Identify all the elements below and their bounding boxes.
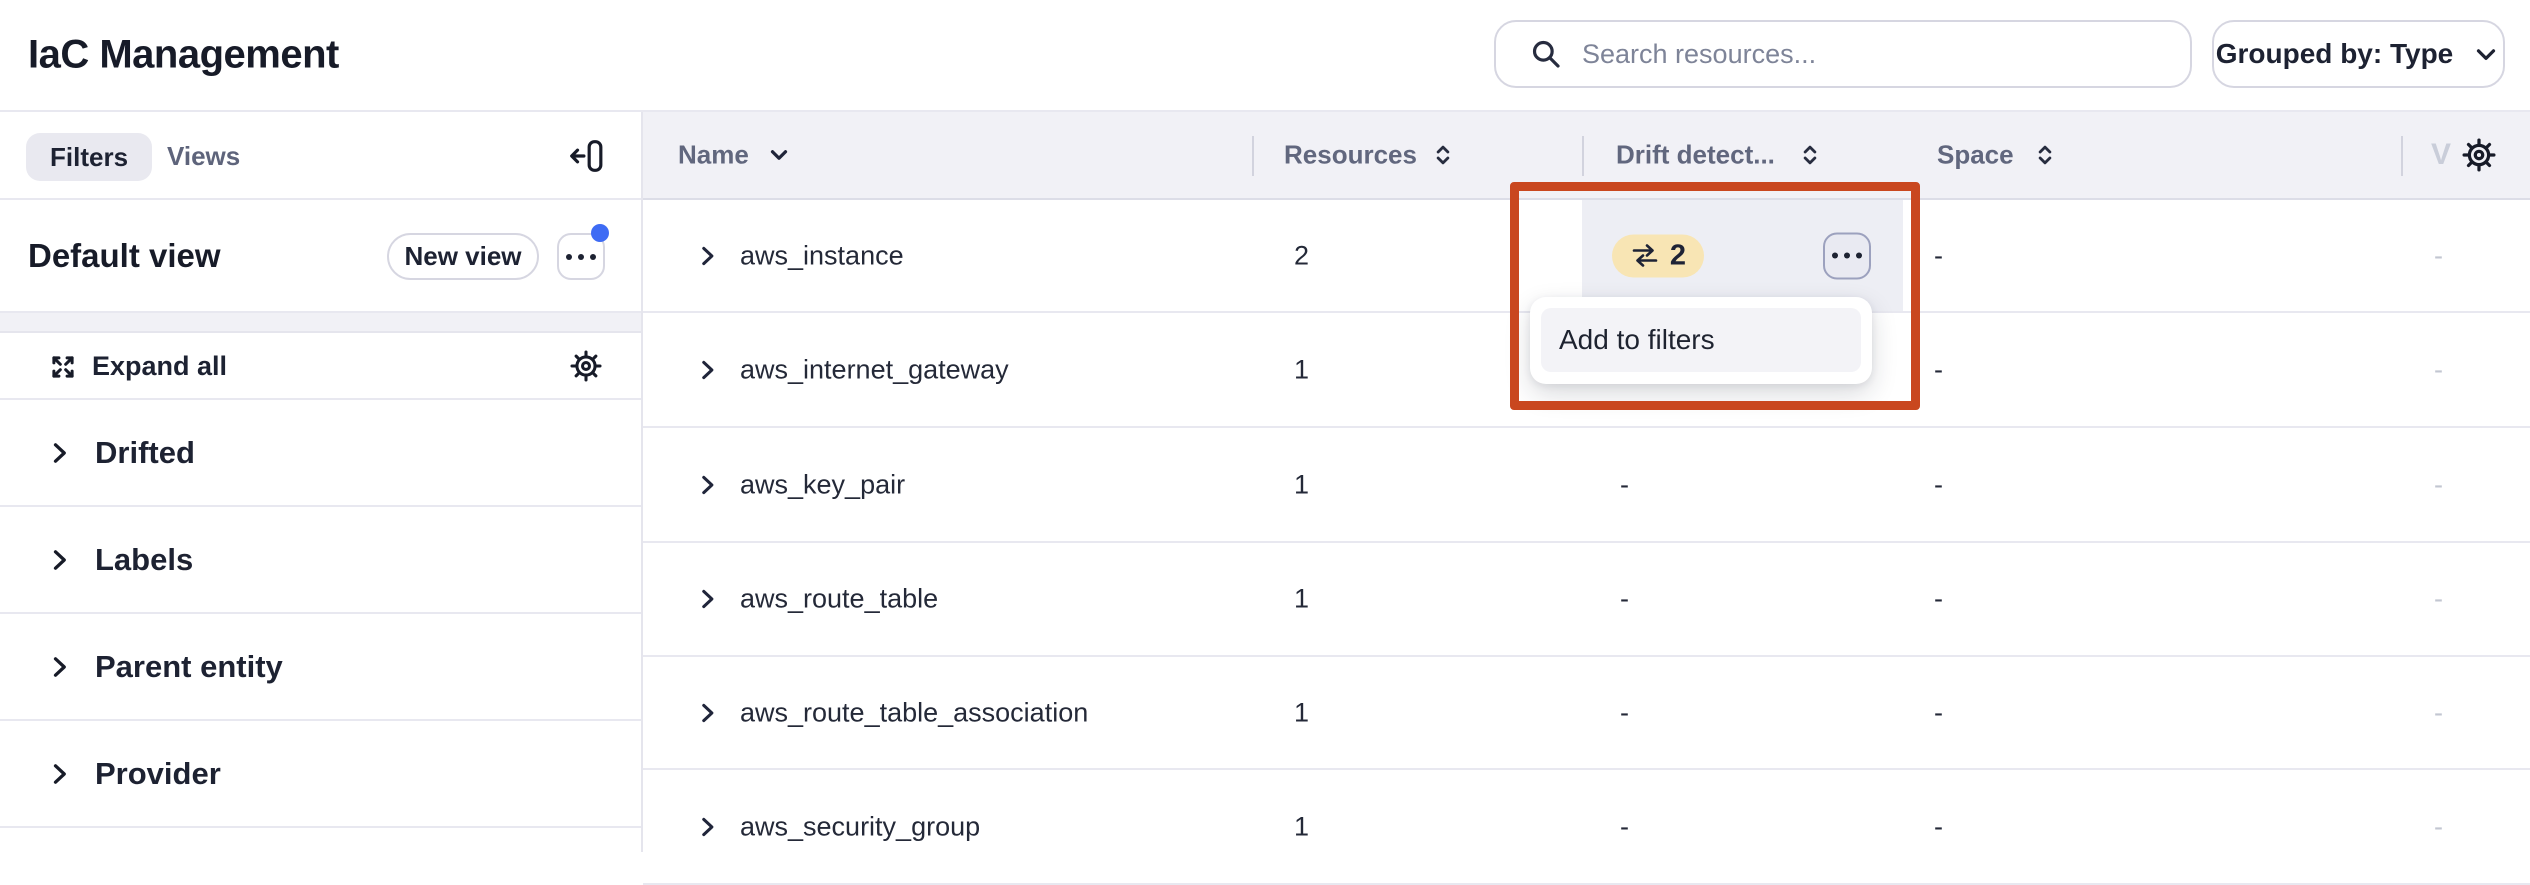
- row-expand-chevron-icon[interactable]: [694, 357, 720, 383]
- resources-table: Name Resources Drift detect... Space V: [643, 112, 2530, 852]
- extra-column-value: -: [2434, 240, 2443, 271]
- space-value: -: [1934, 354, 1943, 385]
- sidebar-sections: Drifted Labels Parent entity Provider: [0, 400, 641, 828]
- menu-item-add-to-filters[interactable]: Add to filters: [1541, 308, 1861, 372]
- chevron-down-icon[interactable]: [766, 142, 792, 168]
- table-row[interactable]: aws_route_table_association 1 - - -: [643, 657, 2530, 770]
- extra-column-value: -: [2434, 697, 2443, 728]
- extra-column-value: -: [2434, 584, 2443, 615]
- search-input[interactable]: [1580, 38, 2144, 71]
- sidebar-view-row: Default view New view: [0, 200, 641, 313]
- space-value: -: [1934, 811, 1943, 842]
- resource-type-name: aws_internet_gateway: [740, 354, 1009, 385]
- column-header-drift[interactable]: Drift detect...: [1616, 140, 1775, 171]
- space-value: -: [1934, 240, 1943, 271]
- drift-count: 2: [1670, 239, 1686, 272]
- expand-all-icon: [48, 352, 78, 382]
- table-row[interactable]: aws_route_table 1 - - -: [643, 543, 2530, 657]
- resource-type-name: aws_instance: [740, 240, 904, 271]
- drift-arrows-icon: [1630, 243, 1660, 269]
- extra-column-value: -: [2434, 469, 2443, 500]
- notification-dot: [591, 224, 609, 242]
- space-value: -: [1934, 697, 1943, 728]
- resources-count: 1: [1294, 811, 1309, 842]
- column-divider: [2401, 136, 2403, 176]
- sort-icon[interactable]: [1797, 142, 1823, 168]
- extra-column-value: -: [2434, 354, 2443, 385]
- drift-value: -: [1620, 584, 1629, 615]
- section-label: Labels: [95, 542, 193, 578]
- table-row[interactable]: aws_key_pair 1 - - -: [643, 428, 2530, 543]
- resource-type-name: aws_key_pair: [740, 469, 905, 500]
- search-icon: [1530, 38, 1562, 70]
- row-expand-chevron-icon[interactable]: [694, 243, 720, 269]
- chevron-right-icon: [45, 546, 73, 574]
- sort-icon[interactable]: [1430, 142, 1456, 168]
- resources-count: 1: [1294, 584, 1309, 615]
- drift-badge[interactable]: 2: [1612, 234, 1704, 277]
- resources-count: 1: [1294, 469, 1309, 500]
- sidebar: Filters Views Default view New view: [0, 112, 643, 852]
- space-value: -: [1934, 469, 1943, 500]
- section-label: Parent entity: [95, 649, 283, 685]
- chevron-right-icon: [45, 653, 73, 681]
- chevron-down-icon: [2471, 39, 2501, 69]
- grouped-by-label: Grouped by: Type: [2216, 38, 2454, 70]
- sidebar-section-parent-entity[interactable]: Parent entity: [0, 614, 641, 721]
- column-header-space[interactable]: Space: [1937, 140, 2014, 171]
- search-box[interactable]: [1494, 20, 2192, 88]
- table-header: Name Resources Drift detect... Space V: [643, 112, 2530, 200]
- sidebar-tabs: Filters Views: [0, 112, 641, 200]
- more-horizontal-icon: [566, 254, 572, 260]
- resources-count: 2: [1294, 240, 1309, 271]
- drift-value: -: [1620, 469, 1629, 500]
- context-menu: Add to filters: [1530, 297, 1872, 384]
- grouped-by-dropdown[interactable]: Grouped by: Type: [2212, 20, 2505, 88]
- resource-type-name: aws_route_table: [740, 584, 938, 615]
- tab-views[interactable]: Views: [167, 112, 240, 200]
- sidebar-section-labels[interactable]: Labels: [0, 507, 641, 614]
- more-horizontal-icon: [1832, 253, 1838, 259]
- resources-count: 1: [1294, 697, 1309, 728]
- expand-all-label: Expand all: [92, 351, 227, 382]
- row-actions-button[interactable]: [1823, 232, 1871, 279]
- column-header-name[interactable]: Name: [678, 140, 749, 171]
- view-title: Default view: [28, 237, 221, 275]
- table-row[interactable]: aws_security_group 1 - - -: [643, 770, 2530, 885]
- top-bar: IaC Management Grouped by: Type: [0, 0, 2530, 112]
- chevron-right-icon: [45, 439, 73, 467]
- section-label: Drifted: [95, 435, 195, 471]
- sort-icon[interactable]: [2032, 142, 2058, 168]
- resource-type-name: aws_security_group: [740, 811, 980, 842]
- row-expand-chevron-icon[interactable]: [694, 586, 720, 612]
- chevron-right-icon: [45, 760, 73, 788]
- row-expand-chevron-icon[interactable]: [694, 472, 720, 498]
- filters-settings-button[interactable]: [570, 350, 602, 382]
- page-title: IaC Management: [28, 33, 339, 78]
- column-header-partial: V: [2431, 138, 2451, 172]
- new-view-button[interactable]: New view: [387, 233, 539, 280]
- table-settings-button[interactable]: [2462, 138, 2496, 172]
- space-value: -: [1934, 584, 1943, 615]
- extra-column-value: -: [2434, 811, 2443, 842]
- collapse-sidebar-button[interactable]: [566, 136, 606, 176]
- column-divider: [1252, 136, 1254, 176]
- resource-type-name: aws_route_table_association: [740, 697, 1088, 728]
- column-divider: [1582, 136, 1584, 176]
- row-expand-chevron-icon[interactable]: [694, 700, 720, 726]
- row-expand-chevron-icon[interactable]: [694, 814, 720, 840]
- expand-all-button[interactable]: Expand all: [48, 333, 227, 400]
- sidebar-divider-strip: [0, 313, 641, 333]
- collapse-panel-icon: [568, 138, 604, 174]
- drift-value: -: [1620, 697, 1629, 728]
- drift-value: -: [1620, 811, 1629, 842]
- sidebar-section-drifted[interactable]: Drifted: [0, 400, 641, 507]
- tab-filters[interactable]: Filters: [26, 133, 152, 181]
- section-label: Provider: [95, 756, 221, 792]
- resources-count: 1: [1294, 354, 1309, 385]
- column-header-resources[interactable]: Resources: [1284, 140, 1417, 171]
- sidebar-expand-row: Expand all: [0, 333, 641, 400]
- sidebar-section-provider[interactable]: Provider: [0, 721, 641, 828]
